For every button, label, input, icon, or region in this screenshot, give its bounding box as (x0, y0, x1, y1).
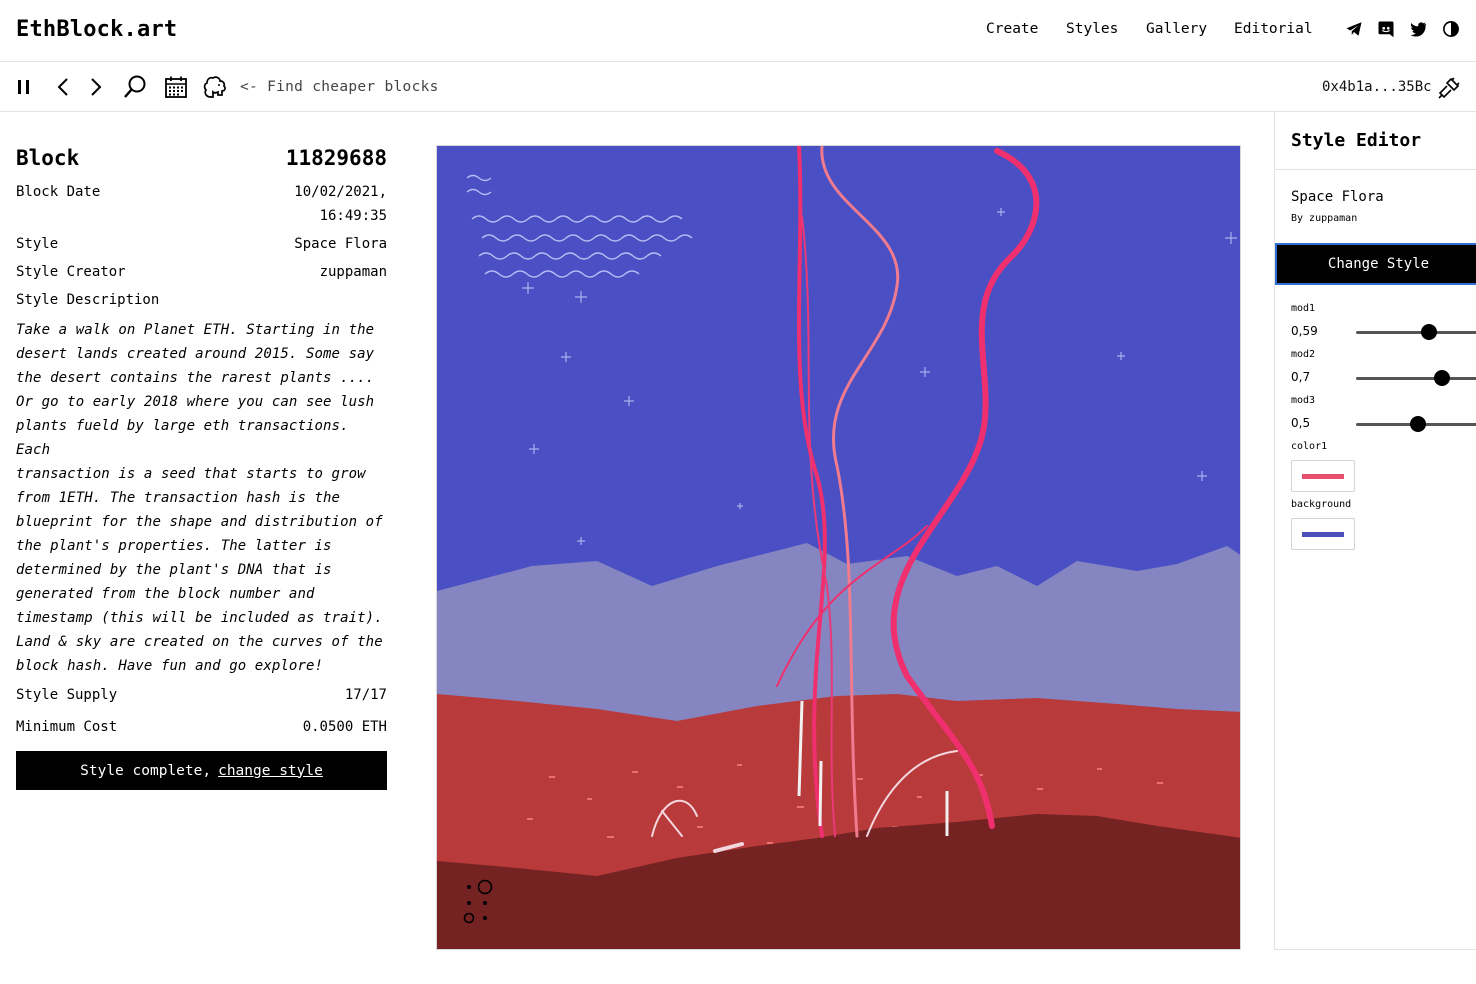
slider-track (1356, 377, 1476, 380)
style-supply-row: Style Supply 17/17 (16, 687, 387, 703)
chevron-left-icon[interactable] (54, 74, 72, 100)
color1-swatch[interactable] (1291, 460, 1355, 492)
mod1-slider[interactable] (1356, 324, 1476, 340)
pause-icon[interactable] (14, 74, 34, 100)
mod3-value: 0,5 (1291, 416, 1311, 430)
minimum-cost-label: Minimum Cost (16, 719, 118, 735)
style-description-label: Style Description (16, 292, 160, 308)
description-line: plants fueld by large eth transactions. … (16, 418, 349, 458)
chevron-right-icon[interactable] (87, 74, 105, 100)
block-artwork (436, 145, 1241, 950)
description-line: Land & sky are created on the curves of … (16, 634, 383, 650)
block-title: Block (16, 146, 80, 170)
mod2-label: mod2 (1291, 349, 1316, 360)
mod1-value: 0,59 (1291, 324, 1318, 338)
description-line: determined by the plant's DNA that is (16, 562, 332, 578)
top-header: EthBlock.art Create Styles Gallery Edito… (0, 0, 1476, 62)
slider-thumb[interactable] (1420, 324, 1437, 340)
squirrel-icon[interactable] (201, 74, 229, 100)
nav-gallery[interactable]: Gallery (1146, 21, 1207, 37)
mod3-label: mod3 (1291, 395, 1316, 406)
description-line: desert lands created around 2015. Some s… (16, 346, 375, 362)
change-style-link[interactable]: change style (218, 763, 323, 779)
mod2-slider[interactable] (1356, 370, 1476, 386)
site-logo[interactable]: EthBlock.art (16, 17, 177, 42)
block-time: 16:49:35 (319, 208, 387, 224)
editor-style-author: By zuppaman (1291, 213, 1358, 224)
twitter-icon[interactable] (1409, 20, 1427, 38)
minimum-cost-row: Minimum Cost 0.0500 ETH (16, 719, 387, 735)
slider-thumb[interactable] (1409, 416, 1426, 432)
description-line: Or go to early 2018 where you can see lu… (16, 394, 375, 410)
block-date-label: Block Date (16, 184, 101, 200)
editor-style-name: Space Flora (1291, 189, 1384, 205)
wallet-address[interactable]: 0x4b1a...35Bc (1322, 79, 1432, 95)
discord-icon[interactable] (1377, 20, 1395, 38)
slider-thumb[interactable] (1434, 370, 1451, 386)
block-number: 11829688 (285, 146, 387, 170)
search-icon[interactable] (121, 74, 149, 100)
theme-toggle-icon[interactable] (1442, 20, 1460, 38)
nav-editorial[interactable]: Editorial (1234, 21, 1313, 37)
background-fill (1302, 532, 1344, 537)
plug-icon[interactable] (1437, 76, 1461, 100)
block-date-value: 10/02/2021, 16:49:35 (287, 180, 387, 228)
style-editor-panel: Style Editor Space Flora By zuppaman Cha… (1274, 112, 1476, 950)
style-supply-label: Style Supply (16, 687, 118, 703)
mod2-value: 0,7 (1291, 370, 1311, 384)
change-style-button[interactable]: Change Style (1275, 243, 1476, 285)
block-info-panel: Block 11829688 Block Date 10/02/2021, 16… (16, 146, 387, 678)
mod1-label: mod1 (1291, 303, 1316, 314)
description-line: Take a walk on Planet ETH. Starting in t… (16, 322, 375, 338)
artwork-canvas (437, 146, 1240, 949)
color1-label: color1 (1291, 441, 1328, 452)
description-line: block hash. Have fun and go explore! (16, 658, 324, 674)
editor-divider (1275, 169, 1476, 170)
nav-create[interactable]: Create (986, 21, 1038, 37)
style-creator-value: zuppaman (319, 264, 387, 280)
style-editor-title: Style Editor (1291, 130, 1422, 151)
description-line: timestamp (this will be included as trai… (16, 610, 383, 626)
style-label: Style (16, 236, 59, 252)
telegram-icon[interactable] (1345, 20, 1363, 38)
slider-track (1356, 331, 1476, 334)
block-date: 10/02/2021, (294, 184, 387, 200)
description-line: blueprint for the shape and distribution… (16, 514, 383, 530)
style-creator-label: Style Creator (16, 264, 126, 280)
find-cheaper-blocks-link[interactable]: <- Find cheaper blocks (240, 79, 439, 95)
style-supply-value: 17/17 (344, 687, 387, 703)
minimum-cost-value: 0.0500 ETH (302, 719, 387, 735)
nav-styles[interactable]: Styles (1066, 21, 1118, 37)
style-complete-text: Style complete, (80, 762, 212, 779)
description-line: from 1ETH. The transaction hash is the (16, 490, 341, 506)
background-label: background (1291, 499, 1352, 510)
style-value: Space Flora (294, 236, 387, 252)
calendar-icon[interactable] (162, 74, 190, 100)
style-complete-button[interactable]: Style complete, change style (16, 751, 387, 790)
description-line: generated from the block number and (16, 586, 315, 602)
style-description: Take a walk on Planet ETH. Starting in t… (16, 318, 387, 678)
mod3-slider[interactable] (1356, 416, 1476, 432)
color1-fill (1302, 474, 1344, 479)
description-line: transaction is a seed that starts to gro… (16, 466, 366, 482)
block-toolbar: <- Find cheaper blocks 0x4b1a...35Bc (0, 63, 1476, 112)
description-line: the desert contains the rarest plants ..… (16, 370, 375, 386)
description-line: the plant's properties. The latter is (16, 538, 332, 554)
background-swatch[interactable] (1291, 518, 1355, 550)
